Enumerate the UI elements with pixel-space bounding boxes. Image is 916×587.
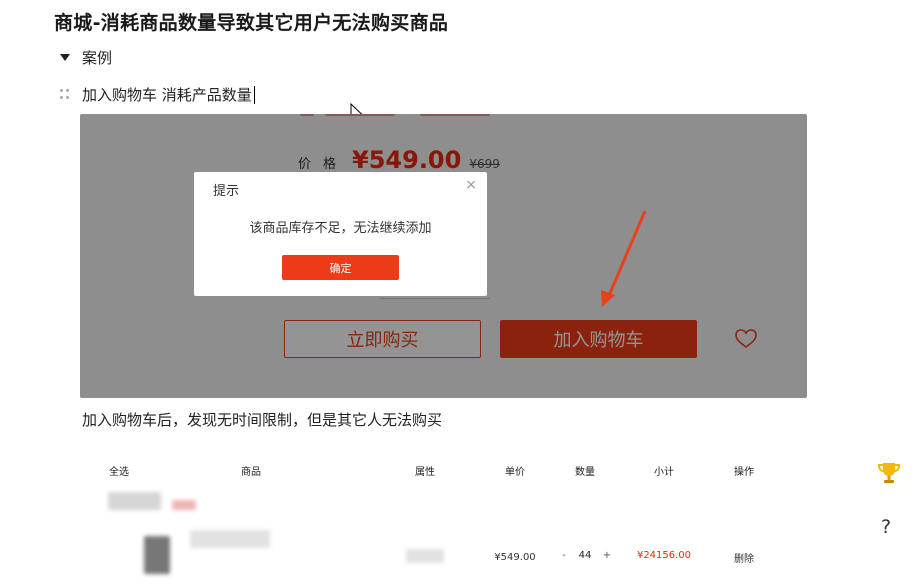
alert-dialog: 提示 × 该商品库存不足，无法继续添加 确定 [194,172,487,296]
trophy-icon[interactable] [876,460,902,486]
toggle-arrow-icon[interactable] [60,54,70,61]
col-subtotal: 小计 [654,467,674,478]
dialog-title: 提示 [213,184,240,199]
quantity-value[interactable]: 44 [579,550,592,561]
col-quantity: 数量 [575,467,595,478]
line-text[interactable]: 加入购物车 消耗产品数量 [82,84,252,105]
col-product: 商品 [241,467,261,478]
col-unit-price: 单价 [505,467,525,478]
product-image [144,536,170,574]
attributes-blurred [406,549,444,563]
col-action: 操作 [734,467,754,478]
product-name-blurred [190,530,270,548]
col-attributes: 属性 [415,467,435,478]
confirm-button[interactable]: 确定 [282,255,399,280]
increase-button[interactable]: + [603,550,611,561]
shop-badge-blurred [172,500,196,510]
help-icon[interactable]: ? [881,516,891,538]
toggle-label: 案例 [82,49,113,67]
close-icon[interactable]: × [465,177,477,193]
delete-button[interactable]: 删除 [734,550,754,565]
subtotal-value: ¥24156.00 [636,550,692,561]
cart-header: 全选 商品 属性 单价 数量 小计 操作 [0,463,916,478]
dialog-message: 该商品库存不足，无法继续添加 [249,221,432,236]
shop-name-blurred [108,492,161,510]
editable-line[interactable]: 加入购物车 消耗产品数量 [60,84,255,105]
text-caret [253,85,255,104]
drag-handle-icon[interactable] [60,88,70,101]
decrease-button[interactable]: - [562,550,566,561]
caption: 加入购物车后，发现无时间限制，但是其它人无法购买 [82,411,443,429]
unit-price: ¥549.00 [494,552,536,563]
embedded-screenshot: 价格 ¥549.00 ¥699 立即购买 加入购物车 提示 × 该商品库存不足，… [80,114,807,398]
col-select-all[interactable]: 全选 [109,463,129,478]
page-title: 商城-消耗商品数量导致其它用户无法购买商品 [54,12,449,34]
toggle-block[interactable]: 案例 [60,47,112,68]
